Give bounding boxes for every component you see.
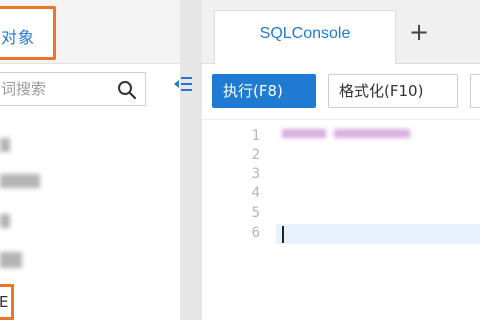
editor-toolbar: 执行(F8) 格式化(F10) [202,64,480,120]
text-cursor [282,226,284,243]
line-number: 2 [251,147,260,163]
tree-item-obscured[interactable] [0,214,10,228]
object-panel-tabbar: 对象 [0,0,180,64]
run-button[interactable]: 执行(F8) [212,74,316,108]
line-number: 4 [251,185,260,201]
code-line-obscured [334,129,410,138]
console-tabbar: SQLConsole + [202,0,480,64]
tree-item-obscured[interactable] [0,174,40,188]
active-line-highlight [276,224,480,244]
toolbar-more-button[interactable] [470,74,480,108]
tab-objects-label: 对象 [1,28,36,47]
tree-item-obscured[interactable] [0,138,10,152]
line-number: 3 [251,166,260,182]
search-icon[interactable] [117,80,137,100]
collapse-panel-icon[interactable] [172,74,194,94]
line-number: 1 [251,128,260,144]
line-number-gutter: 1 2 3 4 5 6 [202,120,272,320]
tab-sqlconsole[interactable]: SQLConsole [214,10,396,64]
sql-editor[interactable]: 1 2 3 4 5 6 [202,120,480,320]
tree-item-highlighted[interactable]: E [0,284,14,320]
code-line-obscured [282,129,326,138]
tree-item-label: E [0,293,9,311]
line-number: 6 [251,225,260,241]
object-search [0,72,146,106]
object-panel: 对象 E [0,0,180,320]
tab-sqlconsole-label: SQLConsole [259,25,351,42]
format-button[interactable]: 格式化(F10) [328,74,458,108]
panel-divider[interactable] [180,0,202,320]
tree-item-obscured[interactable] [0,252,22,268]
add-tab-button[interactable]: + [405,12,433,52]
search-input[interactable] [1,73,111,105]
tab-objects[interactable]: 对象 [0,6,56,60]
line-number: 5 [251,205,260,221]
